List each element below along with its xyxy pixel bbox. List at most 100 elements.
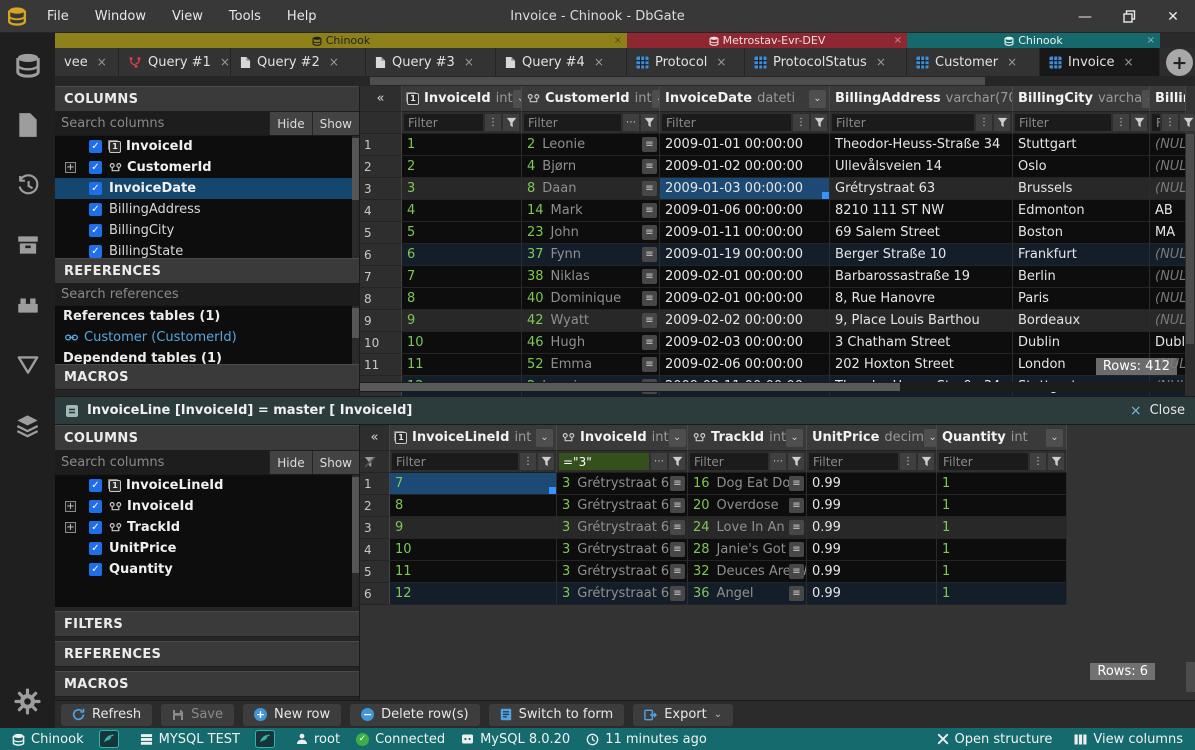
- open-detail-icon[interactable]: ≡: [789, 476, 804, 491]
- tab-protocolstatus[interactable]: ProtocolStatus×: [745, 48, 907, 76]
- columns-section-header[interactable]: COLUMNS: [55, 425, 359, 451]
- grid-cell[interactable]: Boston: [1013, 222, 1150, 244]
- column-dropdown-button[interactable]: ⌄: [652, 90, 660, 108]
- column-header-quantity[interactable]: Quantityint⌄: [937, 425, 1067, 451]
- grid-cell[interactable]: 1: [937, 473, 1067, 495]
- open-detail-icon[interactable]: ≡: [642, 247, 657, 262]
- filter-funnel-icon[interactable]: [538, 453, 554, 470]
- grid-cell[interactable]: 0.99: [807, 583, 937, 605]
- expand-icon[interactable]: +: [65, 162, 76, 173]
- tab-query-1[interactable]: Query #1×: [119, 48, 231, 76]
- filter-menu-button[interactable]: ⋯: [651, 453, 667, 470]
- column-item-quantity[interactable]: ✓Quantity: [55, 559, 359, 580]
- filter-input[interactable]: Filter: [832, 114, 974, 131]
- grid-cell[interactable]: Grétrystraat 63: [830, 178, 1013, 200]
- grid-cell[interactable]: 16Dog Eat Dog≡: [688, 473, 807, 495]
- filter-funnel-icon[interactable]: [918, 453, 934, 470]
- grid-cell[interactable]: 0.99: [807, 473, 937, 495]
- row-number[interactable]: 6: [360, 583, 390, 605]
- grid-cell[interactable]: 202 Hoxton Street: [830, 354, 1013, 376]
- filter-menu-button[interactable]: ⋯: [770, 453, 786, 470]
- grid-cell[interactable]: 1: [937, 539, 1067, 561]
- grid-cell[interactable]: 4Bjørn≡: [522, 156, 660, 178]
- row-number[interactable]: 4: [360, 200, 402, 222]
- grid-cell[interactable]: 0.99: [807, 539, 937, 561]
- grid-cell[interactable]: 1: [937, 495, 1067, 517]
- rail-settings-icon[interactable]: [0, 681, 55, 721]
- column-dropdown-button[interactable]: ⌄: [1142, 90, 1150, 108]
- grid-cell[interactable]: (NULL): [1150, 156, 1186, 178]
- tab-query-2[interactable]: Query #2×: [231, 48, 366, 76]
- close-window-button[interactable]: ✕: [1151, 0, 1195, 33]
- filter-funnel-icon[interactable]: [1131, 114, 1147, 131]
- filter-funnel-icon[interactable]: [788, 453, 804, 470]
- new-row-button[interactable]: +New row: [243, 704, 341, 726]
- column-header-billingstate[interactable]: BillingState⌄: [1150, 86, 1186, 112]
- grid-cell[interactable]: 3: [402, 178, 522, 200]
- filter-funnel-icon[interactable]: [641, 114, 657, 131]
- grid-cell[interactable]: 2Leonie≡: [522, 134, 660, 156]
- grid-cell[interactable]: 32Deuces Are W≡: [688, 561, 807, 583]
- grid-cell[interactable]: 69 Salem Street: [830, 222, 1013, 244]
- filter-funnel-icon[interactable]: [669, 453, 685, 470]
- filter-input[interactable]: Filter: [524, 114, 621, 131]
- filter-input[interactable]: Filter: [939, 453, 1028, 470]
- close-tab-icon[interactable]: ×: [220, 55, 230, 69]
- row-number[interactable]: 9: [360, 310, 402, 332]
- open-detail-icon[interactable]: ≡: [670, 498, 685, 513]
- scrollbar-thumb[interactable]: [352, 308, 359, 338]
- tab-customer[interactable]: Customer×: [907, 48, 1040, 76]
- detail-close-button[interactable]: × Close: [1130, 403, 1185, 419]
- tab-protocol[interactable]: Protocol×: [627, 48, 745, 76]
- grid-cell[interactable]: 0.99: [807, 561, 937, 583]
- column-header-invoicedate[interactable]: InvoiceDatedateti⌄: [660, 86, 830, 112]
- grid-cell[interactable]: 2009-01-02 00:00:00: [660, 156, 830, 178]
- grid-cell[interactable]: 37Fynn≡: [522, 244, 660, 266]
- grid-cell[interactable]: 8: [402, 288, 522, 310]
- column-item-billingstate[interactable]: ✓BillingState: [55, 241, 359, 258]
- grid-cell[interactable]: 2009-02-01 00:00:00: [660, 288, 830, 310]
- grid-cell[interactable]: 23John≡: [522, 222, 660, 244]
- grid-cell[interactable]: 4: [402, 200, 522, 222]
- grid-cell[interactable]: 2009-02-02 00:00:00: [660, 310, 830, 332]
- row-number[interactable]: 1: [360, 134, 402, 156]
- grid-cell[interactable]: 11: [390, 561, 557, 583]
- grid-cell[interactable]: 38Niklas≡: [522, 266, 660, 288]
- grid-cell[interactable]: 2009-02-01 00:00:00: [660, 266, 830, 288]
- close-tab-icon[interactable]: ×: [97, 55, 107, 69]
- rail-file-icon[interactable]: [0, 105, 55, 145]
- rail-archive-icon[interactable]: [0, 225, 55, 265]
- grid-cell[interactable]: 52Emma≡: [522, 354, 660, 376]
- grid-cell[interactable]: 0.99: [807, 495, 937, 517]
- row-number[interactable]: 7: [360, 266, 402, 288]
- filter-menu-button[interactable]: ⋮: [520, 453, 536, 470]
- grid-cell[interactable]: 7: [402, 266, 522, 288]
- open-detail-icon[interactable]: ≡: [789, 498, 804, 513]
- grid-cell[interactable]: Stuttgart: [1013, 134, 1150, 156]
- rail-plugin-icon[interactable]: [0, 285, 55, 325]
- grid-cell[interactable]: Dublin: [1013, 332, 1150, 354]
- column-item-unitprice[interactable]: ✓UnitPrice: [55, 538, 359, 559]
- grid-cell[interactable]: 2009-01-11 00:00:00: [660, 222, 830, 244]
- column-dropdown-button[interactable]: ⌄: [1046, 429, 1063, 447]
- grid-cell[interactable]: 2009-01-06 00:00:00: [660, 200, 830, 222]
- references-search-input[interactable]: Search references: [55, 284, 359, 305]
- filter-menu-button[interactable]: ⋯: [623, 114, 639, 131]
- filter-funnel-icon[interactable]: [503, 114, 519, 131]
- filter-menu-button[interactable]: ⋮: [1113, 114, 1129, 131]
- checkbox-checked[interactable]: ✓: [89, 161, 102, 174]
- open-detail-icon[interactable]: ≡: [670, 520, 685, 535]
- tab-group-1[interactable]: Chinook×: [55, 33, 627, 48]
- close-tab-icon[interactable]: ×: [464, 55, 474, 69]
- menu-item-window[interactable]: Window: [82, 0, 159, 33]
- macros-section-header[interactable]: MACROS: [55, 671, 359, 697]
- grid-cell[interactable]: 7: [390, 473, 557, 495]
- column-item-invoiceid[interactable]: +✓InvoiceId: [55, 496, 359, 517]
- checkbox-checked[interactable]: ✓: [89, 542, 102, 555]
- macros-section-header[interactable]: MACROS: [55, 364, 359, 390]
- filter-input[interactable]: Filter: [662, 114, 791, 131]
- grid-cell[interactable]: (NULL): [1150, 178, 1186, 200]
- checkbox-checked[interactable]: ✓: [89, 224, 102, 237]
- collapse-columns-button[interactable]: «: [360, 425, 390, 451]
- column-dropdown-button[interactable]: ⌄: [536, 429, 553, 447]
